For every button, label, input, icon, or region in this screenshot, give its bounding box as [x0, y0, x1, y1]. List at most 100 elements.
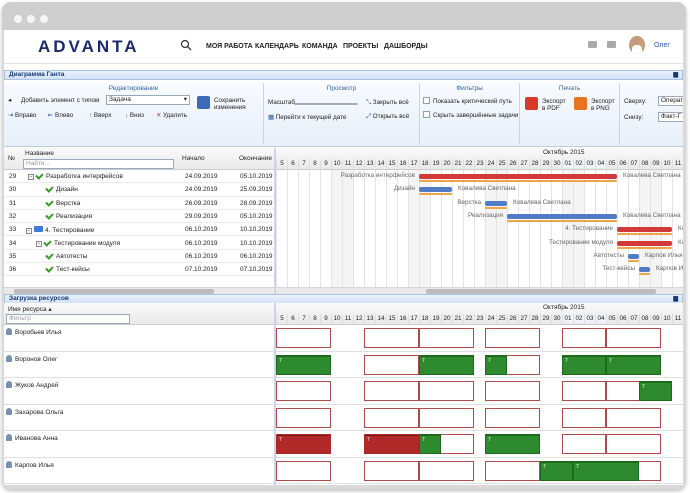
- table-row[interactable]: 30 Дизайн 24.09.2019 25.09.2019: [4, 183, 274, 197]
- grid-scrollbar[interactable]: [4, 287, 274, 294]
- task-name-cell[interactable]: Дизайн: [45, 184, 78, 193]
- load-block[interactable]: 7: [276, 354, 331, 375]
- load-block[interactable]: 7: [540, 460, 573, 481]
- search-icon[interactable]: [180, 39, 192, 51]
- task-bar[interactable]: [628, 253, 639, 259]
- load-block[interactable]: 7: [562, 354, 606, 375]
- table-row[interactable]: 36 Тест-кейсы 07.10.2019 07.10.2019: [4, 263, 274, 277]
- resource-row[interactable]: Воронов Олег 7 7 7 7 7: [4, 352, 683, 378]
- resource-name-cell[interactable]: Жуков Андрей: [6, 381, 59, 389]
- save-button[interactable]: Сохранить изменения: [214, 97, 256, 111]
- table-row[interactable]: 34 − Тестирование модуля 06.10.2019 10.10.20…: [4, 237, 274, 250]
- element-type-select[interactable]: Задача ▾: [106, 95, 190, 105]
- brand-logo[interactable]: ADVANTA: [38, 37, 140, 57]
- move-up-button[interactable]: Вверх: [94, 112, 112, 119]
- task-search-input[interactable]: Найти...: [23, 159, 174, 169]
- table-row[interactable]: 29 − Разработка интерфейсов 24.09.2019 05.10…: [4, 170, 274, 184]
- resource-filter-input[interactable]: Фильтр: [6, 314, 130, 324]
- timeline-day: 03: [584, 314, 595, 323]
- menu-item-my-work[interactable]: МОЯ РАБОТА: [206, 43, 253, 50]
- column-header-num[interactable]: №: [8, 155, 15, 162]
- task-name-cell[interactable]: − 4. Тестирование: [26, 226, 94, 235]
- pdf-icon[interactable]: [525, 97, 538, 110]
- avatar[interactable]: [629, 36, 645, 54]
- load-block[interactable]: 7: [364, 434, 419, 454]
- load-block[interactable]: 7: [419, 434, 441, 454]
- load-block[interactable]: 7: [419, 354, 474, 375]
- column-header-end[interactable]: Окончание: [239, 155, 272, 162]
- resource-row[interactable]: Жуков Андрей 7: [4, 378, 683, 405]
- resource-name-cell[interactable]: Воронов Олег: [6, 354, 58, 363]
- task-bar[interactable]: [639, 267, 650, 273]
- resource-row[interactable]: Захарова Ольга: [4, 405, 683, 431]
- notifications-icon[interactable]: [607, 41, 616, 48]
- menu-item-dashboards[interactable]: ДАШБОРДЫ: [384, 43, 428, 50]
- task-name-cell[interactable]: − Разработка интерфейсов: [28, 171, 123, 180]
- resource-row[interactable]: Воробьев Илья: [4, 325, 683, 352]
- task-bar[interactable]: [485, 200, 507, 206]
- load-block[interactable]: 7: [639, 381, 672, 401]
- table-row[interactable]: 35 Автотесты 06.10.2019 06.10.2019: [4, 250, 274, 264]
- assignee-label: Ковалева Светлана: [458, 185, 516, 193]
- collapse-all-button[interactable]: Закрыть всё: [373, 99, 409, 106]
- export-png-button[interactable]: Экспорт в PNG: [591, 98, 619, 112]
- expand-toggle-icon[interactable]: −: [36, 240, 42, 247]
- mail-icon[interactable]: [588, 41, 597, 48]
- table-row[interactable]: 31 Верстка 26.09.2019 28.09.2019: [4, 197, 274, 210]
- table-row[interactable]: 33 − 4. Тестирование 06.10.2019 10.10.2019: [4, 223, 274, 237]
- resource-name: Воронов Олег: [15, 355, 58, 363]
- move-down-button[interactable]: Вниз: [130, 112, 144, 119]
- back-arrow-icon[interactable]: ◂: [8, 97, 11, 104]
- user-name[interactable]: Олег: [654, 42, 670, 49]
- timeline-scrollbar[interactable]: [276, 287, 683, 294]
- expand-all-button[interactable]: Открыть всё: [373, 113, 409, 120]
- resource-name-cell[interactable]: Захарова Ольга: [6, 407, 63, 416]
- task-bar[interactable]: [507, 213, 617, 219]
- load-block[interactable]: 7: [606, 354, 661, 375]
- task-name-cell[interactable]: Реализация: [45, 211, 92, 220]
- panel-window-icon[interactable]: ▆: [673, 71, 678, 79]
- delete-button[interactable]: Удалить: [163, 112, 187, 119]
- column-header-name[interactable]: Название: [25, 150, 54, 157]
- load-block[interactable]: 7: [485, 354, 507, 375]
- timeline-day: 07: [628, 314, 639, 323]
- resource-name-cell[interactable]: Иванова Анна: [6, 434, 58, 442]
- resource-row[interactable]: Иванова Анна 7 7 7 7: [4, 431, 683, 458]
- indent-button[interactable]: Вправо: [15, 112, 36, 119]
- table-row[interactable]: 32 Реализация 29.09.2019 05.10.2019: [4, 210, 274, 224]
- menu-item-team[interactable]: КОМАНДА: [302, 43, 338, 50]
- load-block[interactable]: 7: [485, 434, 540, 454]
- task-bar[interactable]: [419, 187, 452, 193]
- goto-today-button[interactable]: Перейти к текущей дате: [276, 114, 347, 121]
- menu-item-projects[interactable]: ПРОЕКТЫ: [343, 43, 378, 50]
- menu-item-calendar[interactable]: КАЛЕНДАРЬ: [255, 43, 299, 50]
- hide-done-checkbox[interactable]: [423, 111, 430, 118]
- column-header-start[interactable]: Начало: [182, 155, 205, 162]
- expand-toggle-icon[interactable]: −: [26, 228, 32, 235]
- task-bar[interactable]: [419, 174, 617, 179]
- splitter[interactable]: [274, 303, 276, 485]
- baseline-bar: [419, 193, 452, 196]
- resource-name-cell[interactable]: Карпов Илья: [6, 460, 54, 469]
- task-name-cell[interactable]: − Тестирование модуля: [36, 237, 120, 247]
- outdent-button[interactable]: Влево: [55, 112, 73, 119]
- task-bar[interactable]: [617, 240, 672, 246]
- load-block[interactable]: 7: [573, 460, 639, 481]
- save-icon[interactable]: [197, 96, 210, 109]
- critical-path-checkbox[interactable]: [423, 97, 430, 104]
- export-pdf-button[interactable]: Экспорт в PDF: [542, 98, 570, 112]
- resource-name-cell[interactable]: Воробьев Илья: [6, 328, 62, 336]
- resource-row[interactable]: Карпов Илья 7 7: [4, 458, 683, 484]
- load-block[interactable]: 7: [276, 434, 331, 454]
- scale-slider[interactable]: [294, 103, 358, 105]
- expand-toggle-icon[interactable]: −: [28, 174, 34, 180]
- panel-window-icon[interactable]: ▆: [673, 295, 678, 303]
- compare-bottom-select[interactable]: Факт-Г: [658, 112, 683, 122]
- resource-name-header[interactable]: Имя ресурса: [8, 306, 47, 313]
- compare-top-select[interactable]: Операт: [658, 96, 683, 106]
- task-name-cell[interactable]: Автотесты: [45, 251, 87, 260]
- png-icon[interactable]: [574, 97, 587, 110]
- task-bar[interactable]: [617, 227, 672, 233]
- task-name-cell[interactable]: Тест-кейсы: [45, 264, 90, 273]
- task-name-cell[interactable]: Верстка: [45, 197, 80, 207]
